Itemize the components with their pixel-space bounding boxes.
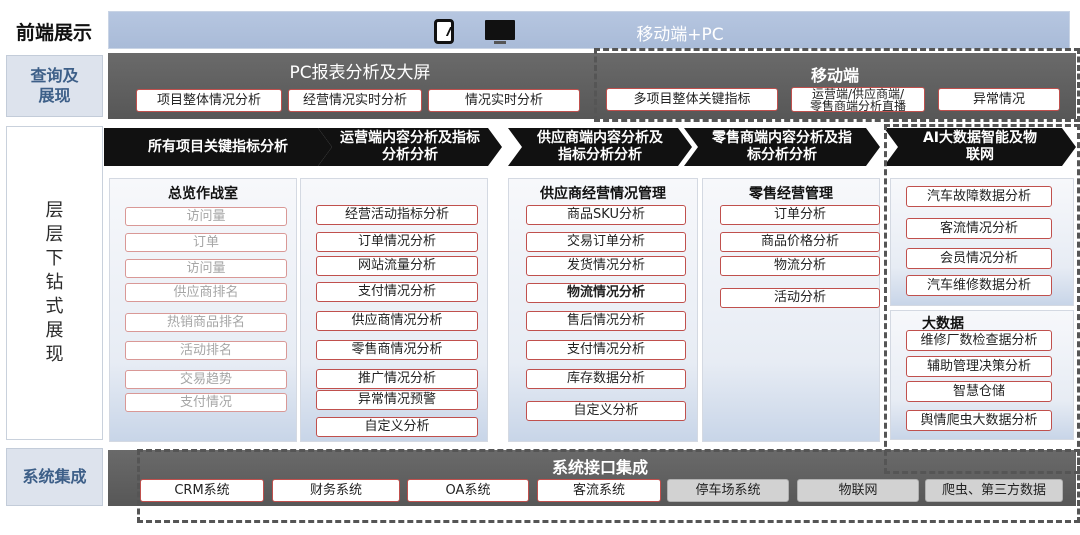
sys-item-finance[interactable]: 财务系统 bbox=[272, 479, 400, 502]
bigdata-item-decision[interactable]: 辅助管理决策分析 bbox=[906, 356, 1052, 377]
retail-item-price[interactable]: 商品价格分析 bbox=[720, 232, 880, 252]
ops-item-retailer[interactable]: 零售商情况分析 bbox=[316, 340, 478, 360]
ops-item-custom[interactable]: 自定义分析 bbox=[316, 417, 478, 437]
mobile-section-title: 移动端 bbox=[810, 66, 859, 85]
tablet-icon bbox=[434, 19, 454, 44]
row-label-query-display: 查询及 展现 bbox=[6, 55, 103, 117]
ai-item-passenger-flow[interactable]: 客流情况分析 bbox=[906, 218, 1052, 239]
overview-item-hot-products[interactable]: 热销商品排名 bbox=[125, 313, 287, 332]
overview-item-activity-rank[interactable]: 活动排名 bbox=[125, 341, 287, 360]
pc-item-situation-realtime[interactable]: 情况实时分析 bbox=[428, 89, 580, 112]
bigdata-item-repair-shop[interactable]: 维修厂数检查据分析 bbox=[906, 330, 1052, 351]
overview-title: 总览作战室 bbox=[168, 186, 238, 202]
bigdata-item-smart-warehouse[interactable]: 智慧仓储 bbox=[906, 381, 1052, 402]
monitor-icon bbox=[485, 20, 515, 44]
sys-item-passenger-flow[interactable]: 客流系统 bbox=[537, 479, 661, 502]
ops-item-activity-indicators[interactable]: 经营活动指标分析 bbox=[316, 205, 478, 225]
row-label-drill-text: 层 层 下 钻 式 展 现 bbox=[45, 200, 64, 365]
arrow-operations: 运营端内容分析及指标 分析分析 bbox=[318, 128, 502, 166]
supplier-item-payment[interactable]: 支付情况分析 bbox=[526, 340, 686, 360]
overview-item-orders[interactable]: 订单 bbox=[125, 233, 287, 252]
arrow-supplier: 供应商端内容分析及 指标分析分析 bbox=[508, 128, 692, 166]
retail-title: 零售经营管理 bbox=[749, 186, 833, 202]
supplier-title: 供应商经营情况管理 bbox=[540, 186, 666, 202]
supplier-item-sku[interactable]: 商品SKU分析 bbox=[526, 205, 686, 225]
overview-item-payment[interactable]: 支付情况 bbox=[125, 393, 287, 412]
sys-item-crm[interactable]: CRM系统 bbox=[140, 479, 264, 502]
system-section-title: 系统接口集成 bbox=[551, 458, 648, 477]
sys-item-oa[interactable]: OA系统 bbox=[407, 479, 529, 502]
row-label-query-text: 查询及 展现 bbox=[30, 66, 79, 105]
sys-item-parking[interactable]: 停车场系统 bbox=[667, 479, 789, 502]
supplier-item-trade-orders[interactable]: 交易订单分析 bbox=[526, 232, 686, 252]
ops-item-payment[interactable]: 支付情况分析 bbox=[316, 282, 478, 302]
row-label-system-integration: 系统集成 bbox=[6, 448, 103, 506]
pc-item-operation-realtime[interactable]: 经营情况实时分析 bbox=[288, 89, 422, 112]
row-label-front-display: 前端展示 bbox=[15, 21, 92, 44]
ops-item-traffic[interactable]: 网站流量分析 bbox=[316, 256, 478, 276]
overview-item-visits-2[interactable]: 访问量 bbox=[125, 259, 287, 278]
arrow-retailer: 零售商端内容分析及指 标分析分析 bbox=[684, 128, 880, 166]
retail-item-logistics[interactable]: 物流分析 bbox=[720, 256, 880, 276]
sys-item-crawler-third-party[interactable]: 爬虫、第三方数据 bbox=[925, 479, 1063, 502]
retail-item-orders[interactable]: 订单分析 bbox=[720, 205, 880, 225]
front-display-title: 移动端+PC bbox=[636, 25, 724, 45]
sys-item-iot[interactable]: 物联网 bbox=[797, 479, 919, 502]
arrow-ai-iot: AI大数据智能及物 联网 bbox=[884, 128, 1076, 166]
arrow-all-projects: 所有项目关键指标分析 bbox=[104, 128, 332, 166]
overview-item-supplier-rank[interactable]: 供应商排名 bbox=[125, 283, 287, 302]
overview-item-visits[interactable]: 访问量 bbox=[125, 207, 287, 226]
ops-item-supplier[interactable]: 供应商情况分析 bbox=[316, 311, 478, 331]
ai-item-car-fault[interactable]: 汽车故障数据分析 bbox=[906, 186, 1052, 207]
supplier-item-shipping[interactable]: 发货情况分析 bbox=[526, 256, 686, 276]
ops-item-orders[interactable]: 订单情况分析 bbox=[316, 232, 478, 252]
ops-item-promotion[interactable]: 推广情况分析 bbox=[316, 369, 478, 389]
ops-item-anomaly-alert[interactable]: 异常情况预警 bbox=[316, 390, 478, 410]
supplier-item-logistics[interactable]: 物流情况分析 bbox=[526, 283, 686, 303]
ai-item-car-repair[interactable]: 汽车维修数据分析 bbox=[906, 275, 1052, 296]
supplier-item-inventory[interactable]: 库存数据分析 bbox=[526, 369, 686, 389]
retail-item-activity[interactable]: 活动分析 bbox=[720, 288, 880, 308]
row-label-drill-down: 层 层 下 钻 式 展 现 bbox=[6, 126, 103, 440]
bigdata-item-crawler[interactable]: 舆情爬虫大数据分析 bbox=[906, 410, 1052, 431]
overview-item-trade-trend[interactable]: 交易趋势 bbox=[125, 370, 287, 389]
supplier-item-custom[interactable]: 自定义分析 bbox=[526, 401, 686, 421]
mobile-item-key-indicators[interactable]: 多项目整体关键指标 bbox=[606, 88, 778, 111]
mobile-item-anomaly[interactable]: 异常情况 bbox=[938, 88, 1060, 111]
pc-item-project-overall[interactable]: 项目整体情况分析 bbox=[136, 89, 282, 112]
supplier-item-after-sales[interactable]: 售后情况分析 bbox=[526, 311, 686, 331]
pc-section-title: PC报表分析及大屏 bbox=[289, 63, 431, 83]
ai-item-member[interactable]: 会员情况分析 bbox=[906, 248, 1052, 269]
row-label-system-text: 系统集成 bbox=[22, 467, 87, 486]
mobile-item-live-analysis[interactable]: 运营端/供应商端/ 零售商端分析直播 bbox=[791, 87, 925, 112]
